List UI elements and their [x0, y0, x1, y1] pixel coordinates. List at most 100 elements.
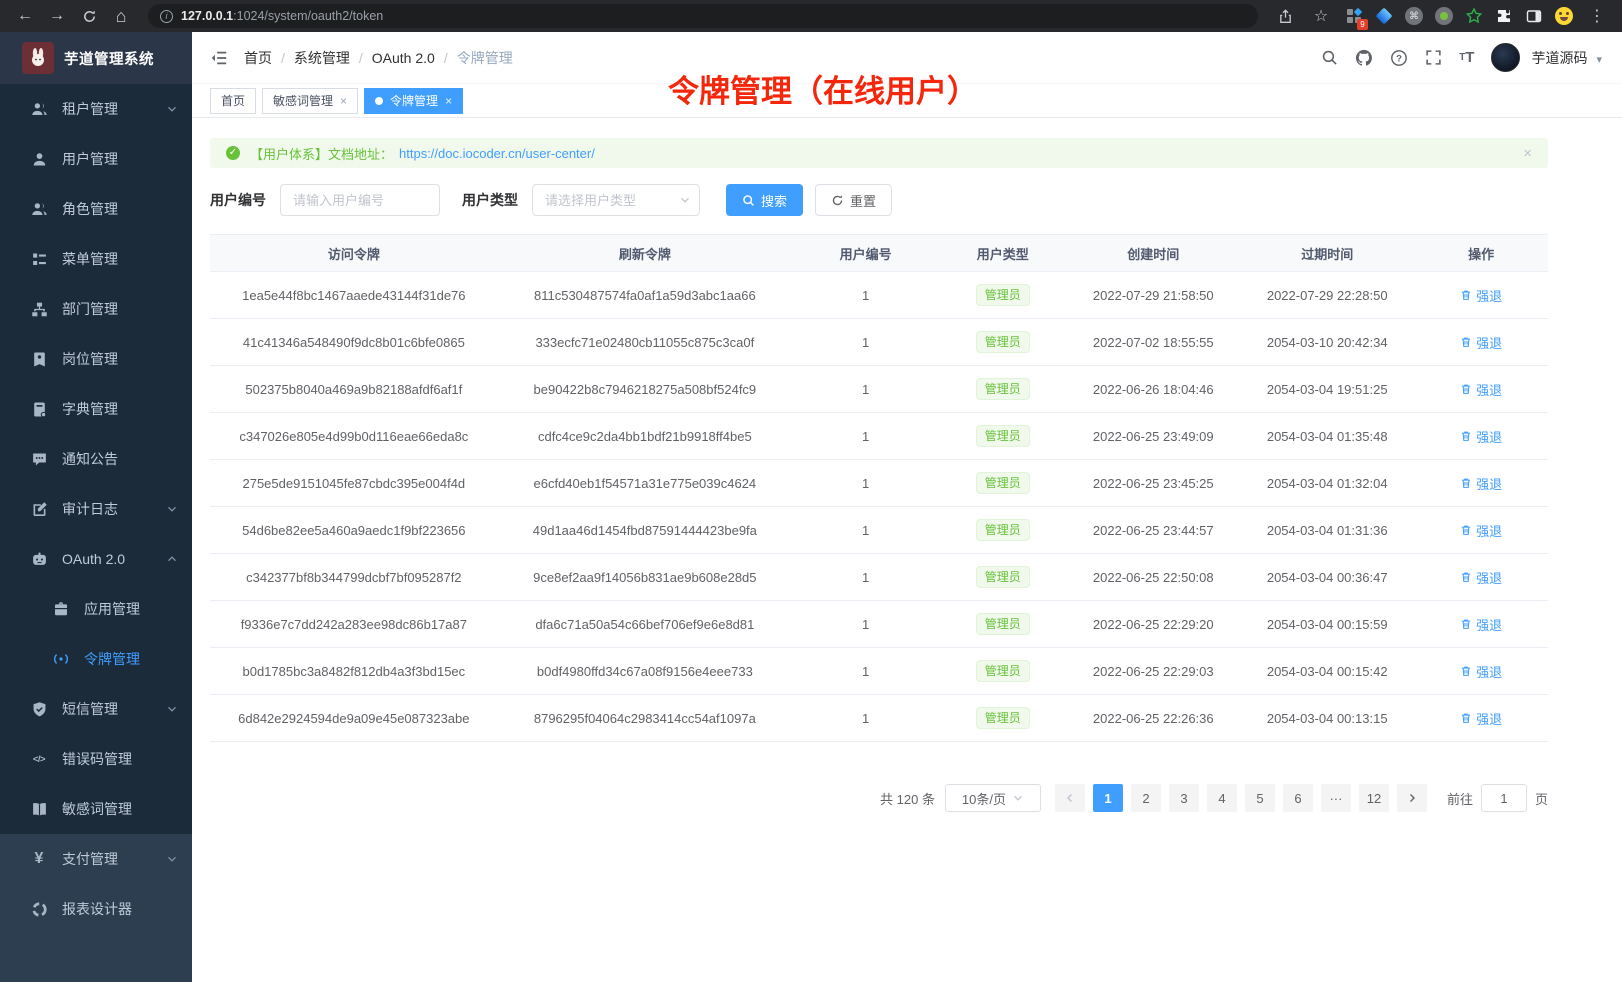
breadcrumb-system[interactable]: 系统管理	[294, 48, 350, 68]
sidebar-item-sms[interactable]: 短信管理	[0, 684, 192, 734]
sidebar-item-role[interactable]: 角色管理	[0, 184, 192, 234]
url-bar[interactable]: i 127.0.0.1:1024/system/oauth2/token	[148, 4, 1258, 28]
sidebar-item-dept[interactable]: 部门管理	[0, 284, 192, 334]
extension-gem-icon[interactable]	[1374, 6, 1394, 26]
browser-toolbar: ← → ⌂ i 127.0.0.1:1024/system/oauth2/tok…	[0, 0, 1622, 32]
page-button[interactable]: 3	[1169, 784, 1199, 812]
site-info-icon[interactable]: i	[160, 10, 173, 23]
puzzle-icon[interactable]	[1494, 6, 1514, 26]
page-button[interactable]: 12	[1359, 784, 1389, 812]
doc-link[interactable]: https://doc.iocoder.cn/user-center/	[399, 146, 595, 161]
force-logout-button[interactable]: 强退	[1460, 662, 1502, 681]
force-logout-button[interactable]: 强退	[1460, 286, 1502, 305]
help-icon[interactable]: ?	[1390, 49, 1408, 67]
access-token-cell: 502375b8040a469a9b82188afdf6af1f	[210, 382, 498, 397]
user-caret-icon[interactable]: ▾	[1596, 53, 1602, 66]
sidebar-item-notice[interactable]: 通知公告	[0, 434, 192, 484]
prev-page-button[interactable]	[1055, 784, 1085, 812]
sidebar-item-oauth-token[interactable]: 令牌管理	[0, 634, 192, 684]
alert-close-icon[interactable]: ×	[1523, 145, 1532, 162]
page-button[interactable]: 1	[1093, 784, 1123, 812]
access-token-cell: 1ea5e44f8bc1467aaede43144f31de76	[210, 288, 498, 303]
extension-star-icon[interactable]	[1464, 6, 1484, 26]
col-access-token: 访问令牌	[210, 244, 498, 263]
sidebar-item-user[interactable]: 用户管理	[0, 134, 192, 184]
extension-record-icon[interactable]	[1434, 6, 1454, 26]
app-briefcase-icon	[52, 601, 70, 617]
breadcrumb-oauth[interactable]: OAuth 2.0	[372, 50, 435, 66]
user-type-cell: 管理员	[939, 613, 1066, 635]
sidebar-item-label: 岗位管理	[62, 349, 178, 369]
tab-home[interactable]: 首页	[210, 88, 256, 114]
extension-badge: 9	[1357, 19, 1368, 30]
sidebar-fold-icon[interactable]	[210, 49, 228, 67]
reload-icon[interactable]	[76, 4, 102, 28]
sidebar-item-pay[interactable]: ¥ 支付管理	[0, 834, 192, 884]
user-type-select-input[interactable]	[532, 184, 700, 216]
pagination-ellipsis[interactable]: ···	[1321, 784, 1351, 812]
browser-menu-icon[interactable]: ⋮	[1584, 4, 1610, 28]
force-logout-button[interactable]: 强退	[1460, 380, 1502, 399]
user-name[interactable]: 芋道源码	[1531, 48, 1587, 68]
tab-token[interactable]: 令牌管理 ×	[364, 88, 463, 114]
search-icon[interactable]	[1321, 49, 1338, 66]
page-button[interactable]: 6	[1283, 784, 1313, 812]
extension-grid-icon[interactable]: 9	[1344, 6, 1364, 26]
user-id-cell: 1	[792, 711, 939, 726]
github-icon[interactable]	[1355, 49, 1373, 67]
app-logo[interactable]: 芋道管理系统	[0, 32, 192, 84]
next-page-button[interactable]	[1397, 784, 1427, 812]
search-button[interactable]: 搜索	[726, 184, 803, 216]
side-panel-icon[interactable]	[1524, 6, 1544, 26]
user-type-select[interactable]	[532, 184, 700, 216]
operation-cell: 强退	[1414, 427, 1548, 446]
chevron-down-icon	[166, 503, 178, 515]
force-logout-button[interactable]: 强退	[1460, 568, 1502, 587]
force-logout-button[interactable]: 强退	[1460, 333, 1502, 352]
bookmark-star-icon[interactable]: ☆	[1308, 4, 1334, 28]
sidebar-item-errcode[interactable]: </> 错误码管理	[0, 734, 192, 784]
forward-icon[interactable]: →	[44, 4, 70, 28]
page-button[interactable]: 2	[1131, 784, 1161, 812]
reset-button[interactable]: 重置	[815, 184, 892, 216]
sidebar-item-label: 应用管理	[84, 599, 178, 619]
page-button[interactable]: 4	[1207, 784, 1237, 812]
force-logout-button[interactable]: 强退	[1460, 615, 1502, 634]
trash-icon	[1460, 665, 1472, 677]
user-type-cell: 管理员	[939, 519, 1066, 541]
page-button[interactable]: 5	[1245, 784, 1275, 812]
search-button-label: 搜索	[761, 191, 787, 210]
user-avatar[interactable]	[1491, 43, 1520, 72]
sidebar-item-menu[interactable]: 菜单管理	[0, 234, 192, 284]
force-logout-button[interactable]: 强退	[1460, 474, 1502, 493]
sidebar-item-tenant[interactable]: 租户管理	[0, 84, 192, 134]
tab-close-icon[interactable]: ×	[340, 94, 347, 108]
force-logout-button[interactable]: 强退	[1460, 521, 1502, 540]
tab-close-icon[interactable]: ×	[445, 94, 452, 108]
sidebar-item-post[interactable]: 岗位管理	[0, 334, 192, 384]
goto-page-input[interactable]	[1481, 784, 1527, 812]
sidebar-item-report[interactable]: 报表设计器	[0, 884, 192, 934]
back-icon[interactable]: ←	[12, 4, 38, 28]
chevron-up-icon	[166, 553, 178, 565]
user-id-input[interactable]	[280, 184, 440, 216]
force-logout-button[interactable]: 强退	[1460, 709, 1502, 728]
user-id-cell: 1	[792, 570, 939, 585]
page-size-select[interactable]: 10条/页	[945, 784, 1041, 812]
col-user-id: 用户编号	[792, 244, 939, 263]
open-book-icon	[30, 801, 48, 818]
sidebar-item-oauth-app[interactable]: 应用管理	[0, 584, 192, 634]
extension-command-icon[interactable]: ⌘	[1404, 6, 1424, 26]
sidebar-item-sensitive[interactable]: 敏感词管理	[0, 784, 192, 834]
tab-sensitive[interactable]: 敏感词管理 ×	[262, 88, 358, 114]
home-icon[interactable]: ⌂	[108, 4, 134, 28]
sidebar-item-audit[interactable]: 审计日志	[0, 484, 192, 534]
sidebar-item-oauth[interactable]: OAuth 2.0	[0, 534, 192, 584]
force-logout-button[interactable]: 强退	[1460, 427, 1502, 446]
font-size-icon[interactable]: TT	[1459, 49, 1474, 66]
sidebar-item-dict[interactable]: 字典管理	[0, 384, 192, 434]
fullscreen-icon[interactable]	[1425, 49, 1442, 66]
share-icon[interactable]	[1272, 4, 1298, 28]
profile-avatar-icon[interactable]	[1554, 6, 1574, 26]
breadcrumb-home[interactable]: 首页	[244, 48, 272, 68]
